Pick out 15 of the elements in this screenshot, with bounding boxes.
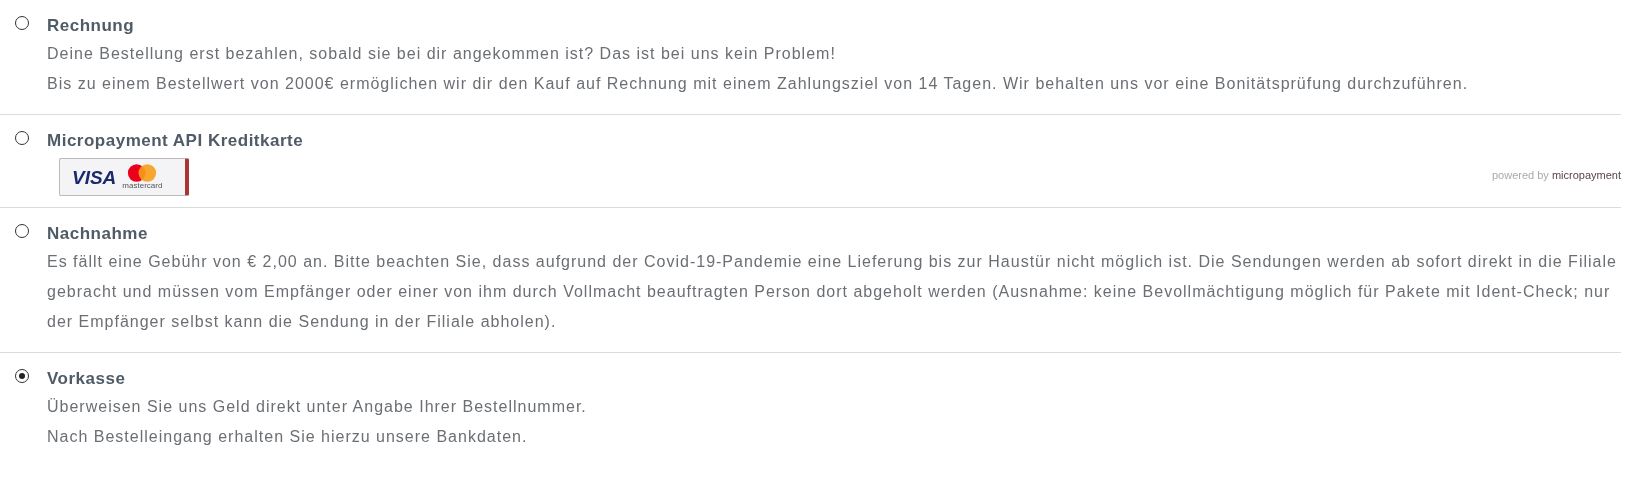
description-text: Überweisen Sie uns Geld direkt unter Angabe Ihrer Bestellnummer. — [47, 397, 588, 417]
description-text: Bis zu einem Bestellwert von 2000€ ermöglichen wir dir den Kauf auf Rechnung mit einem Zahlungsziel von 14 Tagen. Wir behalten uns vor eine Bonitätsprüfung durchzuführen. — [47, 74, 1470, 94]
payment-method-title[interactable]: Nachnahme — [47, 221, 1621, 247]
payment-method-title[interactable]: Vorkasse — [47, 366, 1621, 392]
mastercard-icon — [127, 164, 158, 182]
payment-method-title[interactable]: Rechnung — [47, 13, 1621, 39]
powered-by-text: powered by micropayment — [1492, 167, 1621, 183]
description-text: gebracht und müssen vom Empfänger oder einer von ihm durch Vollmacht beauftragten Person dort abgeholt werden (Ausnahme: keine Bevollmächtigung möglich für Pakete mit Ident-Check; nur — [47, 282, 1612, 302]
description-text: der Empfänger selbst kann die Sendung in der Filiale abholen). — [47, 312, 558, 332]
description-text: Deine Bestellung erst bezahlen, sobald sie bei dir angekommen ist? Das ist bei uns kein Problem! — [47, 44, 837, 64]
payment-method-title[interactable]: Micropayment API Kreditkarte — [47, 128, 1621, 154]
description-text: Nach Bestelleingang erhalten Sie hierzu unsere Bankdaten. — [47, 427, 529, 447]
mastercard-label: mastercard — [122, 182, 163, 190]
description-text: Es fällt eine Gebühr von € 2,00 an. Bitte beachten Sie, dass aufgrund der Covid-19-Pandemie eine Lieferung bis zur Haustür nicht möglich ist. Die Sendungen werden ab sofort direkt in die Filiale — [47, 252, 1618, 272]
visa-logo: VISA — [72, 167, 117, 187]
